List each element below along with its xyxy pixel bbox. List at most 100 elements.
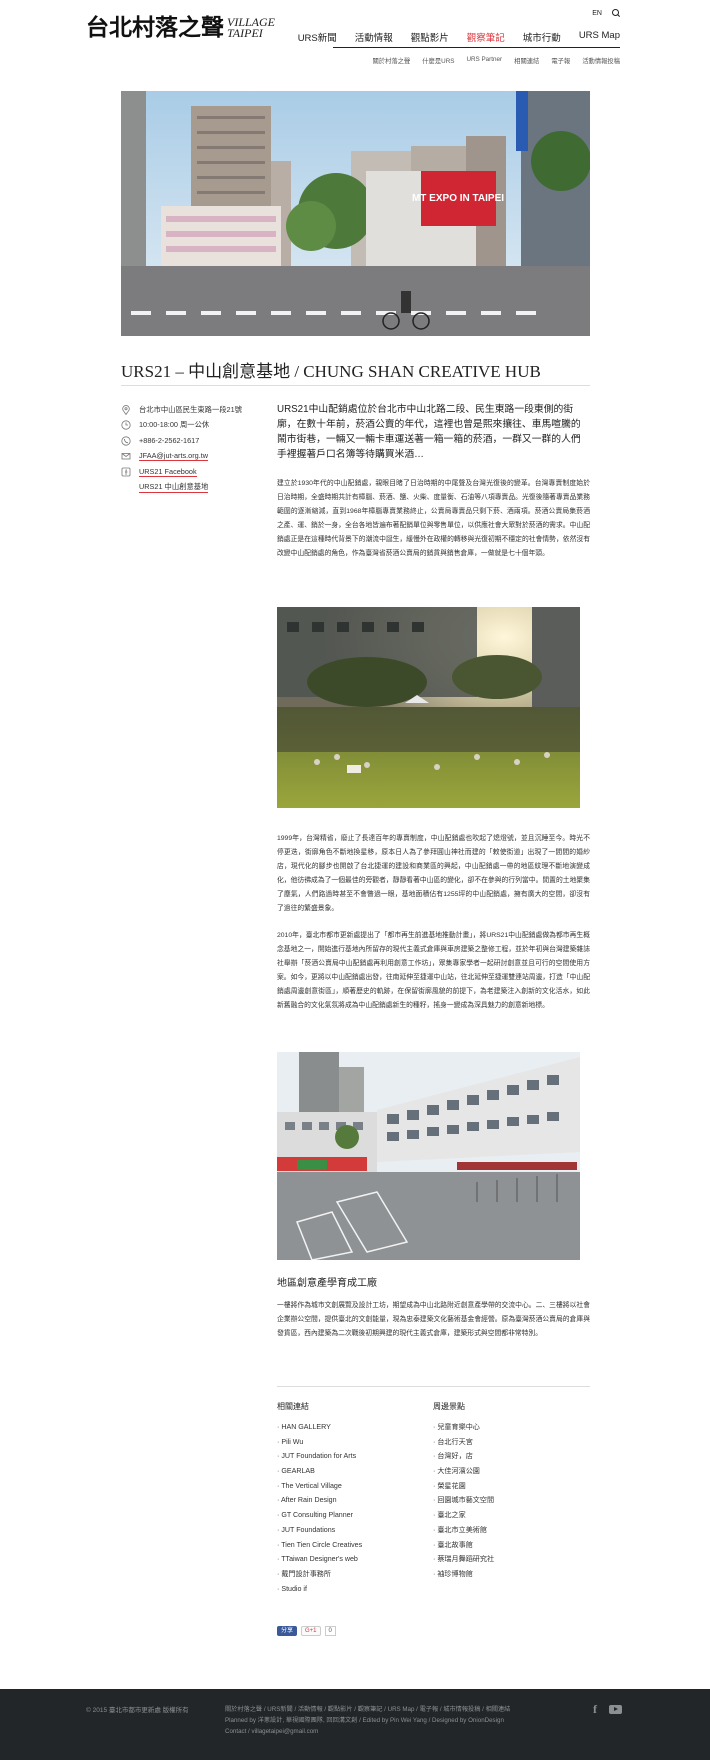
logo-english: VILLAGE TAIPEI	[227, 16, 275, 40]
nav-item-notes[interactable]: 觀察筆記	[467, 30, 505, 44]
links-divider	[277, 1386, 590, 1387]
footer-nav-links[interactable]: 關於村落之聲 / URS新聞 / 活動情報 / 觀點影片 / 觀察筆記 / UR…	[225, 1704, 510, 1715]
nearby-item[interactable]: · 台北行天宮	[433, 1435, 583, 1450]
related-link-label[interactable]: JUT Foundations	[281, 1526, 335, 1534]
nearby-label[interactable]: 臺北故事館	[437, 1541, 472, 1549]
related-link-item[interactable]: · Tien Tien Circle Creatives	[277, 1538, 427, 1553]
info-phone: +886-2-2562-1617	[121, 433, 261, 449]
related-link-label[interactable]: Tien Tien Circle Creatives	[281, 1541, 362, 1549]
mail-icon	[121, 453, 131, 460]
nav-item-urs-news[interactable]: URS新聞	[298, 30, 337, 44]
subnav-item-links[interactable]: 相關連結	[514, 56, 539, 65]
info-hours-text: 10:00-18:00 周一公休	[139, 420, 210, 430]
info-email[interactable]: JFAA@jut-arts.org.tw	[121, 449, 261, 465]
related-link-item[interactable]: · JUT Foundation for Arts	[277, 1449, 427, 1464]
nearby-label[interactable]: 臺北市立美術館	[437, 1526, 487, 1534]
nearby-label[interactable]: 兒童育樂中心	[437, 1423, 480, 1431]
title-divider	[121, 385, 590, 386]
hero-sign-text: MT EXPO IN TAIPEI	[412, 193, 504, 204]
info-phone-text: +886-2-2562-1617	[139, 436, 200, 446]
nearby-item[interactable]: · 大佳河濱公園	[433, 1464, 583, 1479]
nav-item-events[interactable]: 活動情報	[355, 30, 393, 44]
facebook-share-button[interactable]: 分享	[277, 1626, 298, 1636]
info-email-link[interactable]: JFAA@jut-arts.org.tw	[139, 451, 209, 462]
section-subheading: 地區創意產學育成工廠	[277, 1278, 377, 1289]
nearby-label[interactable]: 台灣好，店	[437, 1452, 472, 1460]
related-links-heading: 相關連結	[277, 1402, 309, 1411]
nearby-item[interactable]: · 袖珍博物館	[433, 1567, 583, 1582]
nearby-attractions: 周邊景點 · 兒童育樂中心 · 台北行天宮 · 台灣好，店 · 大佳河濱公園 ·…	[433, 1401, 583, 1582]
photo-lawn-event	[277, 607, 580, 808]
related-link-label[interactable]: TTaiwan Designer's web	[281, 1555, 358, 1563]
related-link-item[interactable]: · GT Consulting Planner	[277, 1508, 427, 1523]
related-link-item[interactable]: · TTaiwan Designer's web	[277, 1552, 427, 1567]
body-paragraph-2: 1999年，台灣精省，廢止了長達百年的專賣制度，中山配銷處也吹起了熄燈號，並且沉…	[277, 835, 590, 913]
related-link-item[interactable]: · GEARLAB	[277, 1464, 427, 1479]
related-link-label[interactable]: After Rain Design	[281, 1496, 337, 1504]
related-link-item[interactable]: · HAN GALLERY	[277, 1420, 427, 1435]
info-hours: 10:00-18:00 周一公休	[121, 418, 261, 434]
footer-contact[interactable]: Contact / villagetaipei@gmail.com	[225, 1726, 510, 1737]
subnav-item-newsletter[interactable]: 電子報	[551, 56, 570, 65]
footer-copyright: © 2015 臺北市都市更新處 版權所有	[86, 1707, 189, 1714]
nearby-item[interactable]: · 台灣好，店	[433, 1449, 583, 1464]
building-courtyard-image	[277, 1052, 580, 1260]
nearby-label[interactable]: 回園城市藝文空間	[437, 1496, 494, 1504]
nearby-item[interactable]: · 兒童育樂中心	[433, 1420, 583, 1435]
info-facebook[interactable]: URS21 Facebook	[121, 464, 261, 480]
nearby-item[interactable]: · 臺北之家	[433, 1508, 583, 1523]
related-link-item[interactable]: · Studio if	[277, 1582, 427, 1597]
related-link-item[interactable]: · Pili Wu	[277, 1435, 427, 1450]
info-website[interactable]: URS21 中山創意基地	[121, 480, 261, 496]
info-facebook-link[interactable]: URS21 Facebook	[139, 467, 197, 477]
nav-item-city-action[interactable]: 城市行動	[523, 30, 561, 44]
nearby-item[interactable]: · 臺北市立美術館	[433, 1523, 583, 1538]
info-list: 台北市中山區民生東路一段21號 10:00-18:00 周一公休 +886-2-…	[121, 402, 261, 495]
related-link-label[interactable]: HAN GALLERY	[281, 1423, 331, 1431]
nearby-label[interactable]: 榮星花園	[437, 1482, 465, 1490]
google-plus-button[interactable]: G+1	[301, 1626, 321, 1636]
site-logo[interactable]: 台北村落之聲 VILLAGE TAIPEI	[86, 15, 275, 41]
related-link-label[interactable]: GT Consulting Planner	[281, 1511, 353, 1519]
nearby-item[interactable]: · 回園城市藝文空間	[433, 1493, 583, 1508]
facebook-icon[interactable]: f	[593, 1702, 597, 1717]
info-address: 台北市中山區民生東路一段21號	[121, 402, 261, 418]
related-link-label[interactable]: 戴門設計事務所	[281, 1570, 331, 1578]
related-link-label[interactable]: The Vertical Village	[281, 1482, 342, 1490]
subnav-item-submit[interactable]: 活動情報投稿	[582, 56, 620, 65]
language-switch[interactable]: EN	[592, 10, 602, 17]
related-link-label[interactable]: Studio if	[281, 1585, 307, 1593]
related-link-item[interactable]: · JUT Foundations	[277, 1523, 427, 1538]
site-footer: © 2015 臺北市都市更新處 版權所有 關於村落之聲 / URS新聞 / 活動…	[0, 1689, 710, 1760]
nearby-label[interactable]: 臺北之家	[437, 1511, 465, 1519]
related-links: 相關連結 · HAN GALLERY · Pili Wu · JUT Found…	[277, 1401, 427, 1596]
info-website-link[interactable]: URS21 中山創意基地	[139, 482, 209, 493]
clock-icon	[121, 420, 131, 430]
nearby-label[interactable]: 台北行天宮	[437, 1438, 472, 1446]
related-link-label[interactable]: Pili Wu	[281, 1438, 303, 1446]
nearby-item[interactable]: · 蔡瑞月舞蹈研究社	[433, 1552, 583, 1567]
share-buttons: 分享 G+1 0	[277, 1626, 336, 1636]
nearby-heading: 周邊景點	[433, 1402, 465, 1411]
subnav-item-what-is-urs[interactable]: 什麼是URS	[422, 56, 454, 65]
nearby-item[interactable]: · 臺北故事館	[433, 1538, 583, 1553]
subnav-item-about[interactable]: 關於村落之聲	[372, 56, 410, 65]
nav-item-urs-map[interactable]: URS Map	[579, 30, 620, 44]
nearby-label[interactable]: 蔡瑞月舞蹈研究社	[437, 1555, 494, 1563]
related-link-item[interactable]: · The Vertical Village	[277, 1479, 427, 1494]
google-plus-count: 0	[324, 1626, 336, 1636]
related-link-label[interactable]: GEARLAB	[281, 1467, 315, 1475]
page-title: URS21 – 中山創意基地 / CHUNG SHAN CREATIVE HUB	[121, 362, 541, 381]
nearby-label[interactable]: 袖珍博物館	[437, 1570, 472, 1578]
search-icon[interactable]	[612, 9, 620, 17]
related-link-item[interactable]: · 戴門設計事務所	[277, 1567, 427, 1582]
related-link-item[interactable]: · After Rain Design	[277, 1493, 427, 1508]
youtube-icon[interactable]	[609, 1705, 622, 1714]
related-link-label[interactable]: JUT Foundation for Arts	[281, 1452, 356, 1460]
nearby-item[interactable]: · 榮星花園	[433, 1479, 583, 1494]
hero-street-scene: MT EXPO IN TAIPEI	[121, 91, 590, 336]
logo-english-line2: TAIPEI	[227, 26, 263, 40]
nav-item-videos[interactable]: 觀點影片	[411, 30, 449, 44]
nearby-label[interactable]: 大佳河濱公園	[437, 1467, 480, 1475]
subnav-item-partner[interactable]: URS Partner	[466, 56, 502, 65]
